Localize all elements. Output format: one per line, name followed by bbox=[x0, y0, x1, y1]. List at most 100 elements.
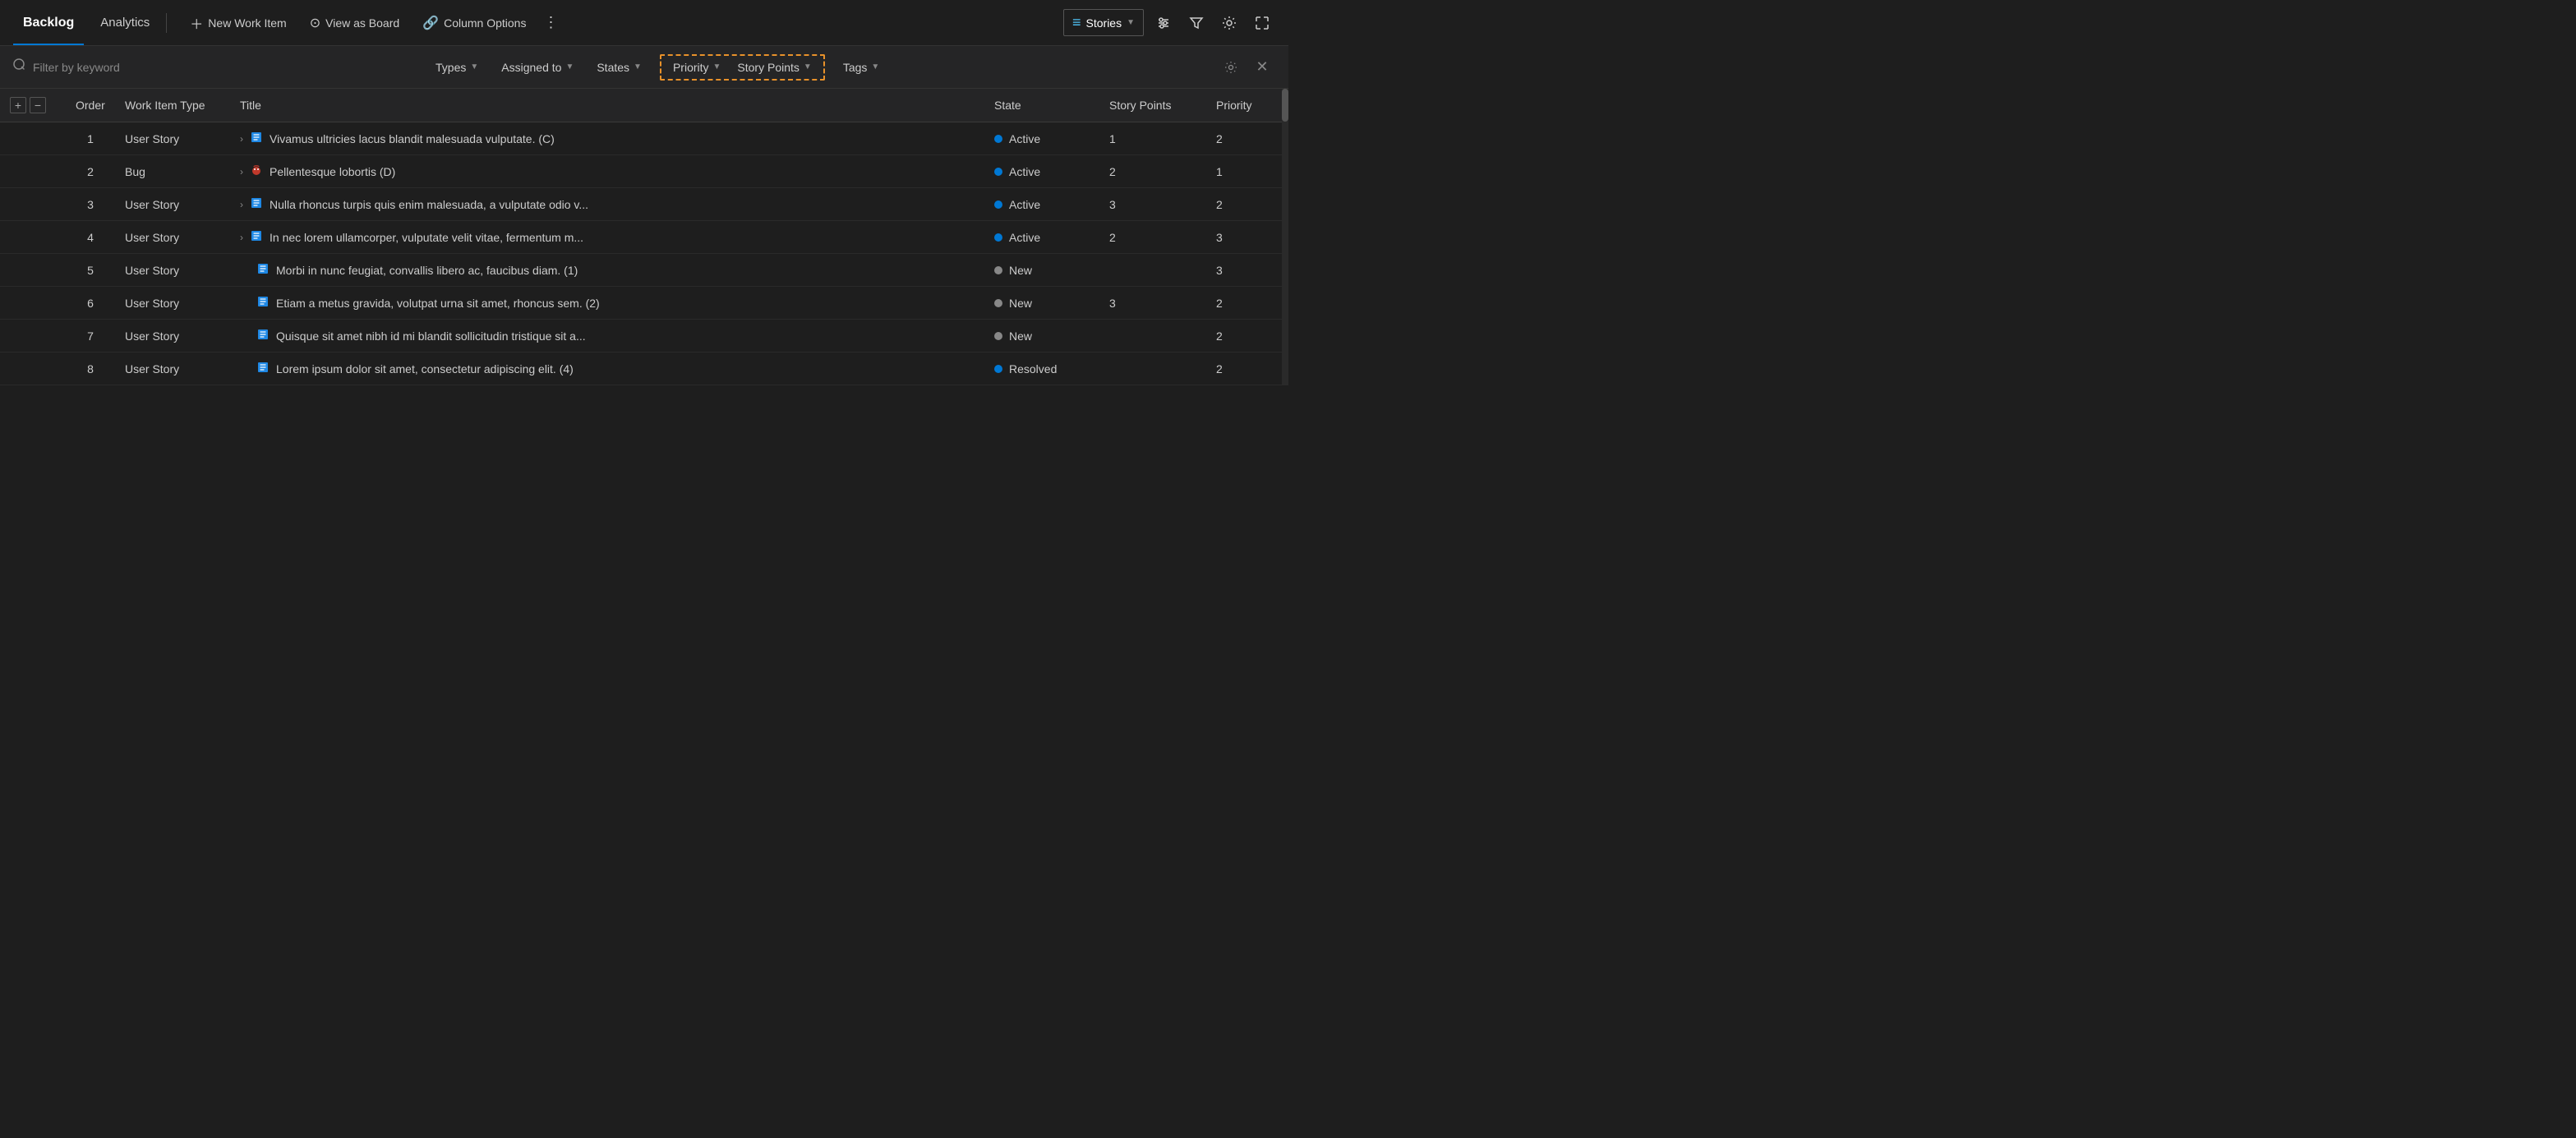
row-expand-chevron-icon[interactable]: › bbox=[240, 133, 243, 145]
title-text: Quisque sit amet nibh id mi blandit soll… bbox=[276, 329, 586, 343]
row-expand-cell bbox=[0, 188, 66, 221]
tags-filter[interactable]: Tags ▼ bbox=[835, 58, 887, 77]
row-title[interactable]: Morbi in nunc feugiat, convallis libero … bbox=[230, 254, 984, 287]
row-story-points bbox=[1099, 254, 1206, 287]
table-row[interactable]: 4User Story › In nec lorem ullamcorper, vu… bbox=[0, 221, 1288, 254]
row-priority: 3 bbox=[1206, 221, 1288, 254]
top-bar-actions: ＋ New Work Item ⊙ View as Board 🔗 Column… bbox=[180, 8, 562, 38]
bug-icon bbox=[250, 164, 263, 179]
state-dot-icon bbox=[994, 299, 1002, 307]
backlog-table: + − Order Work Item Type Title State bbox=[0, 89, 1288, 385]
collapse-all-button[interactable]: − bbox=[30, 97, 46, 113]
filter-placeholder[interactable]: Filter by keyword bbox=[33, 61, 120, 74]
filter-button[interactable] bbox=[1183, 10, 1210, 36]
state-text: Active bbox=[1009, 198, 1040, 211]
new-work-item-button[interactable]: ＋ New Work Item bbox=[180, 8, 296, 38]
state-dot-icon bbox=[994, 168, 1002, 176]
assigned-to-filter[interactable]: Assigned to ▼ bbox=[493, 58, 582, 77]
row-title[interactable]: Lorem ipsum dolor sit amet, consectetur … bbox=[230, 352, 984, 385]
row-priority: 2 bbox=[1206, 122, 1288, 155]
state-text: New bbox=[1009, 264, 1032, 277]
row-type: User Story bbox=[115, 122, 230, 155]
scrollbar-track[interactable] bbox=[1282, 89, 1288, 385]
title-text: Pellentesque lobortis (D) bbox=[270, 165, 395, 178]
row-story-points: 3 bbox=[1099, 287, 1206, 320]
row-expand-cell bbox=[0, 352, 66, 385]
row-story-points: 2 bbox=[1099, 155, 1206, 188]
filter-config-button[interactable] bbox=[1218, 54, 1244, 81]
board-icon: ⊙ bbox=[310, 15, 320, 31]
state-text: New bbox=[1009, 329, 1032, 343]
row-title[interactable]: Etiam a metus gravida, volutpat urna sit… bbox=[230, 287, 984, 320]
expand-button[interactable] bbox=[1249, 10, 1275, 36]
title-text: In nec lorem ullamcorper, vulputate veli… bbox=[270, 231, 583, 244]
new-work-item-label: New Work Item bbox=[208, 16, 286, 30]
table-row[interactable]: 8User StoryLorem ipsum dolor sit amet, c… bbox=[0, 352, 1288, 385]
view-as-board-button[interactable]: ⊙ View as Board bbox=[300, 10, 409, 36]
row-expand-chevron-icon[interactable]: › bbox=[240, 232, 243, 243]
table-row[interactable]: 5User StoryMorbi in nunc feugiat, conval… bbox=[0, 254, 1288, 287]
table-row[interactable]: 1User Story›Vivamus ultricies lacus blan… bbox=[0, 122, 1288, 155]
state-dot-icon bbox=[994, 233, 1002, 242]
analytics-tab[interactable]: Analytics bbox=[90, 0, 159, 45]
column-icon: 🔗 bbox=[422, 15, 439, 31]
expand-all-button[interactable]: + bbox=[10, 97, 26, 113]
close-filter-button[interactable]: ✕ bbox=[1249, 54, 1275, 81]
close-icon: ✕ bbox=[1256, 58, 1268, 76]
filter-settings-button[interactable] bbox=[1150, 10, 1177, 36]
states-filter[interactable]: States ▼ bbox=[588, 58, 650, 77]
state-text: Resolved bbox=[1009, 362, 1057, 375]
title-text: Nulla rhoncus turpis quis enim malesuada… bbox=[270, 198, 588, 211]
row-expand-cell bbox=[0, 287, 66, 320]
row-priority: 2 bbox=[1206, 188, 1288, 221]
types-filter[interactable]: Types ▼ bbox=[427, 58, 486, 77]
settings-button[interactable] bbox=[1216, 10, 1242, 36]
state-text: Active bbox=[1009, 165, 1040, 178]
story-points-filter[interactable]: Story Points ▼ bbox=[732, 58, 816, 77]
table-row[interactable]: 2Bug›Pellentesque lobortis (D)Active21 bbox=[0, 155, 1288, 188]
user-story-icon bbox=[256, 295, 270, 311]
row-state: New bbox=[984, 254, 1099, 287]
types-filter-label: Types bbox=[435, 61, 466, 74]
top-bar-right: ≡ Stories ▼ bbox=[1063, 9, 1275, 36]
row-state: New bbox=[984, 287, 1099, 320]
filter-right: ✕ bbox=[1218, 54, 1275, 81]
row-expand-chevron-icon[interactable]: › bbox=[240, 166, 243, 177]
row-title[interactable]: Quisque sit amet nibh id mi blandit soll… bbox=[230, 320, 984, 352]
nav-divider bbox=[166, 13, 167, 33]
stories-dropdown[interactable]: ≡ Stories ▼ bbox=[1063, 9, 1144, 36]
row-title[interactable]: ›Vivamus ultricies lacus blandit malesua… bbox=[230, 122, 984, 155]
row-type: User Story bbox=[115, 320, 230, 352]
row-order: 1 bbox=[66, 122, 115, 155]
row-order: 8 bbox=[66, 352, 115, 385]
backlog-tab[interactable]: Backlog bbox=[13, 0, 84, 45]
assigned-to-chevron-icon: ▼ bbox=[565, 62, 574, 71]
row-state: New bbox=[984, 320, 1099, 352]
stories-icon: ≡ bbox=[1072, 14, 1081, 31]
row-state: Active bbox=[984, 188, 1099, 221]
row-expand-chevron-icon[interactable]: › bbox=[240, 199, 243, 210]
row-type: User Story bbox=[115, 221, 230, 254]
stories-chevron-icon: ▼ bbox=[1127, 18, 1135, 27]
highlighted-filters: Priority ▼ Story Points ▼ bbox=[660, 54, 825, 81]
backlog-tab-label: Backlog bbox=[23, 16, 74, 30]
row-title[interactable]: › Pellentesque lobortis (D) bbox=[230, 155, 984, 188]
user-story-icon bbox=[256, 262, 270, 278]
priority-label: Priority bbox=[673, 61, 709, 74]
th-state: State bbox=[984, 89, 1099, 122]
column-options-button[interactable]: 🔗 Column Options bbox=[412, 10, 536, 36]
priority-filter[interactable]: Priority ▼ bbox=[668, 58, 726, 77]
scrollbar-thumb[interactable] bbox=[1282, 89, 1288, 122]
table-row[interactable]: 6User StoryEtiam a metus gravida, volutp… bbox=[0, 287, 1288, 320]
row-story-points bbox=[1099, 352, 1206, 385]
table-row[interactable]: 7User StoryQuisque sit amet nibh id mi b… bbox=[0, 320, 1288, 352]
row-title[interactable]: › In nec lorem ullamcorper, vulputate vel… bbox=[230, 221, 984, 254]
analytics-tab-label: Analytics bbox=[100, 16, 150, 30]
table-row[interactable]: 3User Story›Nulla rhoncus turpis quis en… bbox=[0, 188, 1288, 221]
row-order: 4 bbox=[66, 221, 115, 254]
row-story-points bbox=[1099, 320, 1206, 352]
row-title[interactable]: › Nulla rhoncus turpis quis enim malesuad… bbox=[230, 188, 984, 221]
more-options-button[interactable]: ⋮ bbox=[539, 12, 562, 35]
story-points-label: Story Points bbox=[737, 61, 799, 74]
backlog-table-container: + − Order Work Item Type Title State bbox=[0, 89, 1288, 385]
